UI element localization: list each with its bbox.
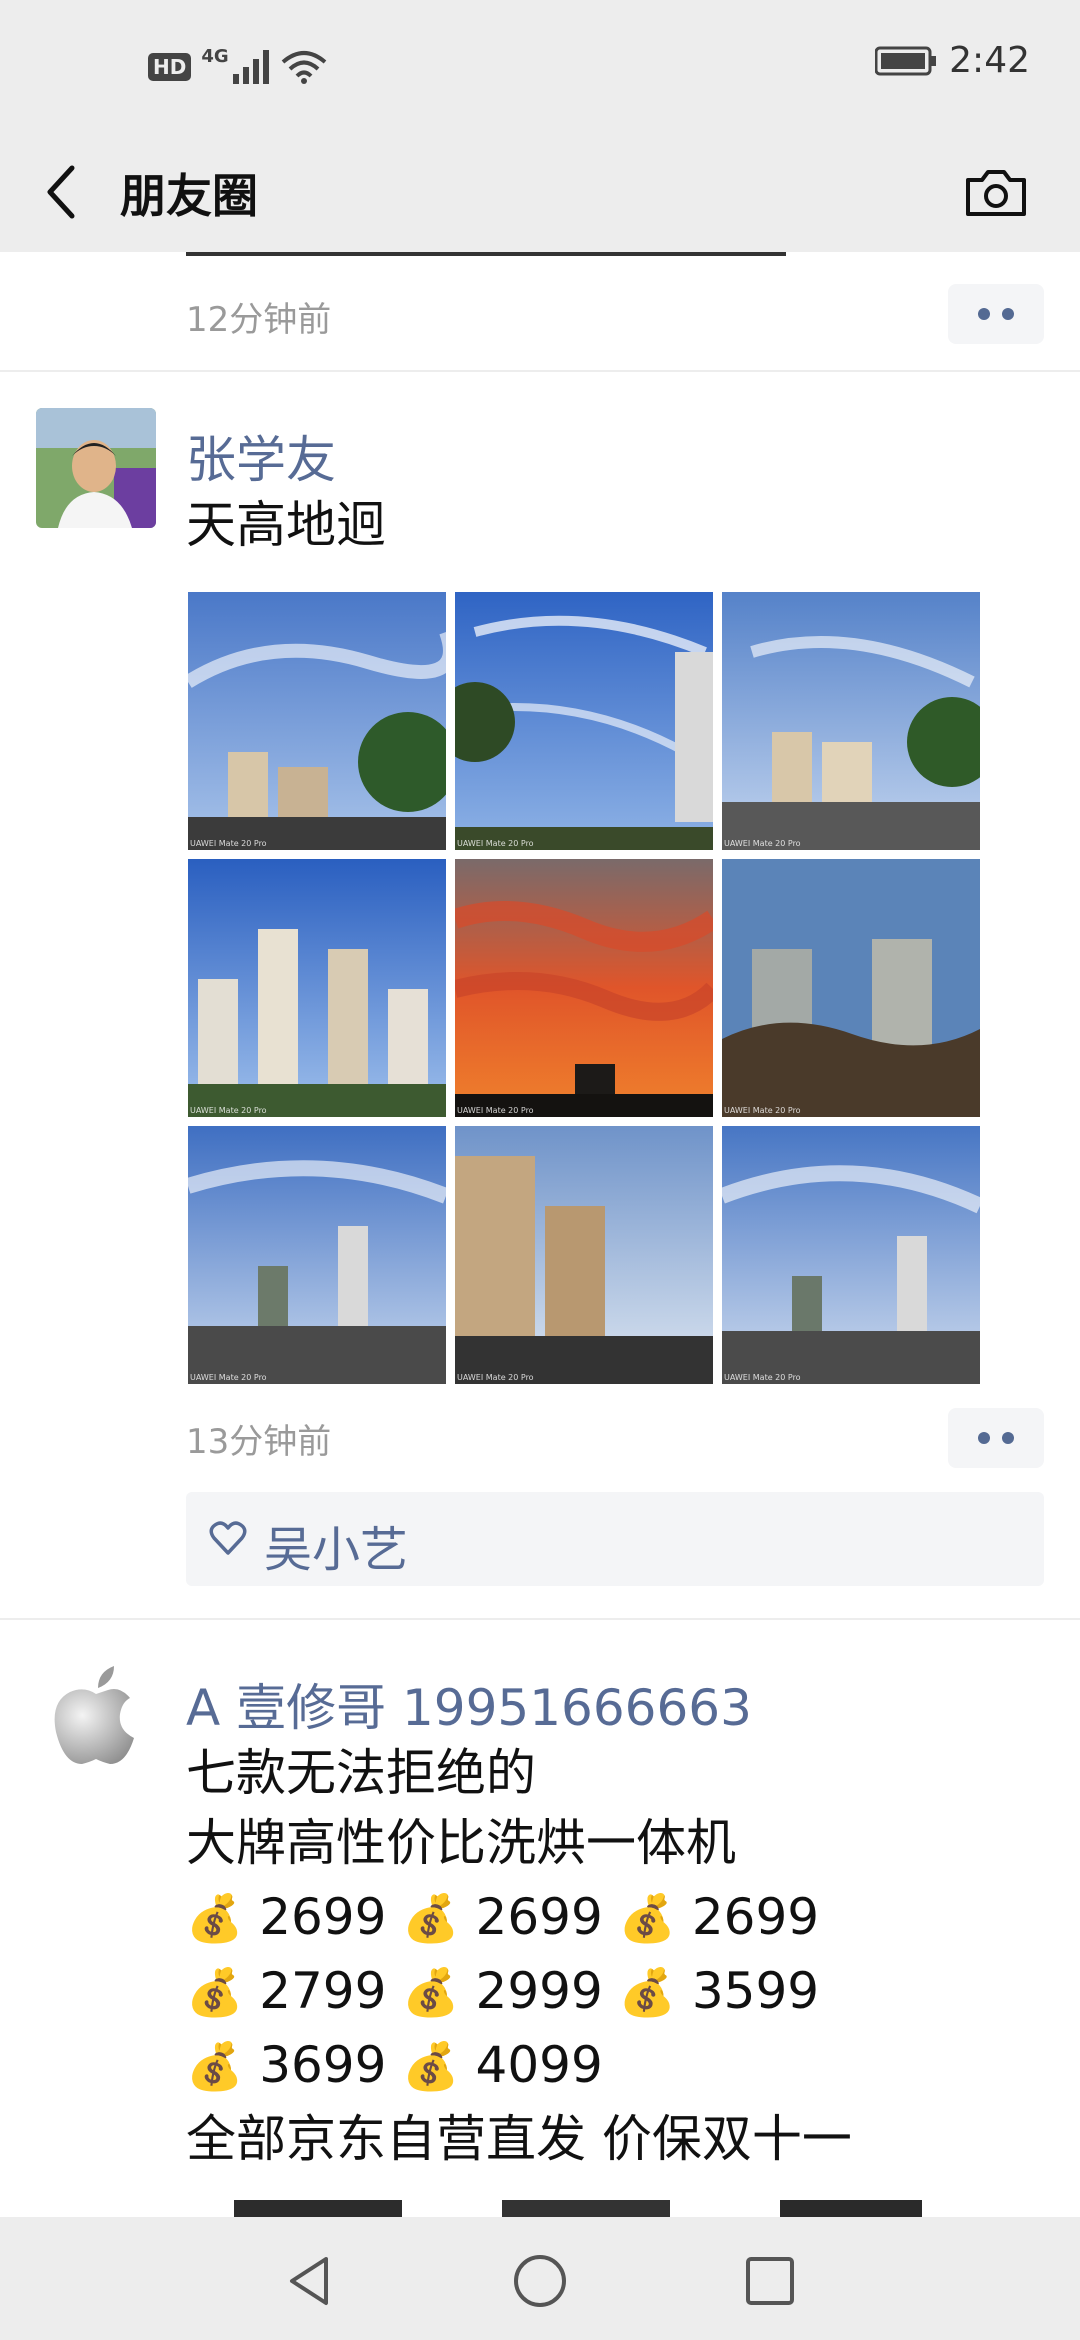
camera-icon[interactable] [962, 158, 1030, 226]
post-timestamp: 13分钟前 [186, 1422, 332, 1462]
price: 2699 [691, 1888, 820, 1946]
hd-badge: HD [148, 52, 192, 81]
likes-box: 吴小艺 [186, 1492, 1044, 1586]
photo-thumbnail-edge[interactable] [780, 2200, 922, 2217]
dot-icon [1002, 1432, 1014, 1444]
money-bag-icon: 💰 [186, 1965, 244, 2019]
home-circle-icon[interactable] [510, 2251, 570, 2311]
clock: 2:42 [949, 40, 1030, 81]
author-name[interactable]: 张学友 [186, 420, 336, 492]
back-triangle-icon[interactable] [280, 2251, 340, 2311]
previous-post-image-edge [186, 252, 786, 256]
battery-icon [875, 46, 937, 75]
dot-icon [978, 1432, 990, 1444]
comment-like-button[interactable] [948, 284, 1044, 344]
camera-watermark: UAWEI Mate 20 Pro [724, 1106, 801, 1115]
photo-sky-buildings[interactable]: UAWEI Mate 20 Pro [188, 592, 446, 850]
status-bar: HD 4G 2:42 [0, 0, 1080, 132]
back-arrow-icon[interactable] [36, 158, 84, 226]
page-title: 朋友圈 [120, 169, 258, 223]
author-name[interactable]: A 壹修哥 19951666663 [186, 1668, 752, 1740]
camera-watermark: UAWEI Mate 20 Pro [190, 1373, 267, 1382]
photo-towers-blue[interactable]: UAWEI Mate 20 Pro [188, 859, 446, 1117]
photo-thumbnail-edge[interactable] [502, 2200, 670, 2217]
camera-watermark: UAWEI Mate 20 Pro [724, 839, 801, 848]
post-line: 七款无法拒绝的 [186, 1744, 536, 1802]
system-navigation-bar [0, 2217, 1080, 2340]
liker-name[interactable]: 吴小艺 [264, 1510, 408, 1580]
money-bag-icon: 💰 [618, 1891, 676, 1945]
post-line: 大牌高性价比洗烘一体机 [186, 1814, 736, 1872]
camera-watermark: UAWEI Mate 20 Pro [457, 1106, 534, 1115]
price: 4099 [475, 2036, 603, 2094]
recents-square-icon[interactable] [740, 2251, 800, 2311]
photo-twin-towers[interactable]: UAWEI Mate 20 Pro [722, 859, 980, 1117]
post-line: 全部京东自营直发 价保双十一 [186, 2110, 852, 2168]
camera-watermark: UAWEI Mate 20 Pro [190, 839, 267, 848]
money-bag-icon: 💰 [402, 1891, 460, 1945]
photo-road-city-2[interactable]: UAWEI Mate 20 Pro [722, 1126, 980, 1384]
avatar[interactable] [36, 1656, 156, 1776]
photo-thumbnail-edge[interactable] [234, 2200, 402, 2217]
network-type: 4G [201, 46, 229, 67]
photo-sky-clouds[interactable]: UAWEI Mate 20 Pro [455, 592, 713, 850]
avatar[interactable] [36, 408, 156, 528]
divider [0, 370, 1080, 372]
dot-icon [1002, 308, 1014, 320]
post-timestamp: 12分钟前 [186, 300, 332, 340]
photo-road-city[interactable]: UAWEI Mate 20 Pro [188, 1126, 446, 1384]
money-bag-icon: 💰 [618, 1965, 676, 2019]
camera-watermark: UAWEI Mate 20 Pro [457, 839, 534, 848]
photo-red-sunset[interactable]: UAWEI Mate 20 Pro [455, 859, 713, 1117]
dot-icon [978, 308, 990, 320]
price: 2799 [259, 1962, 387, 2020]
price-row: 💰 2799 💰 2999 💰 3599 [186, 1954, 819, 2029]
price: 2699 [259, 1888, 387, 1946]
status-left: HD 4G [148, 46, 327, 87]
money-bag-icon: 💰 [402, 2039, 460, 2093]
signal-icon [232, 49, 269, 84]
status-right: 2:42 [875, 40, 1030, 81]
money-bag-icon: 💰 [186, 2039, 244, 2093]
photo-grid: UAWEI Mate 20 Pro UAWEI Mate 20 Pro UAWE… [188, 592, 980, 1384]
comment-like-button[interactable] [948, 1408, 1044, 1468]
top-navbar: 朋友圈 [0, 132, 1080, 252]
photo-tall-buildings[interactable]: UAWEI Mate 20 Pro [455, 1126, 713, 1384]
avatar-photo [36, 408, 156, 528]
money-bag-icon: 💰 [186, 1891, 244, 1945]
wifi-icon [281, 50, 326, 84]
price: 2999 [475, 1962, 603, 2020]
camera-watermark: UAWEI Mate 20 Pro [457, 1373, 534, 1382]
heart-icon [209, 1521, 247, 1555]
photo-street-buildings[interactable]: UAWEI Mate 20 Pro [722, 592, 980, 850]
camera-watermark: UAWEI Mate 20 Pro [724, 1373, 801, 1382]
price: 3699 [259, 2036, 387, 2094]
price: 2699 [475, 1888, 603, 1946]
price: 3599 [691, 1962, 820, 2020]
price-row: 💰 3699 💰 4099 [186, 2028, 603, 2103]
divider [0, 1618, 1080, 1620]
camera-watermark: UAWEI Mate 20 Pro [190, 1106, 267, 1115]
apple-logo-icon [36, 1656, 156, 1776]
post-text: 天高地迥 [186, 496, 386, 554]
money-bag-icon: 💰 [402, 1965, 460, 2019]
price-row: 💰 2699 💰 2699 💰 2699 [186, 1880, 819, 1955]
moments-feed[interactable]: 12分钟前 张学友 天高地迥 UAWEI Mate 20 Pro UAWEI M… [0, 252, 1080, 2217]
